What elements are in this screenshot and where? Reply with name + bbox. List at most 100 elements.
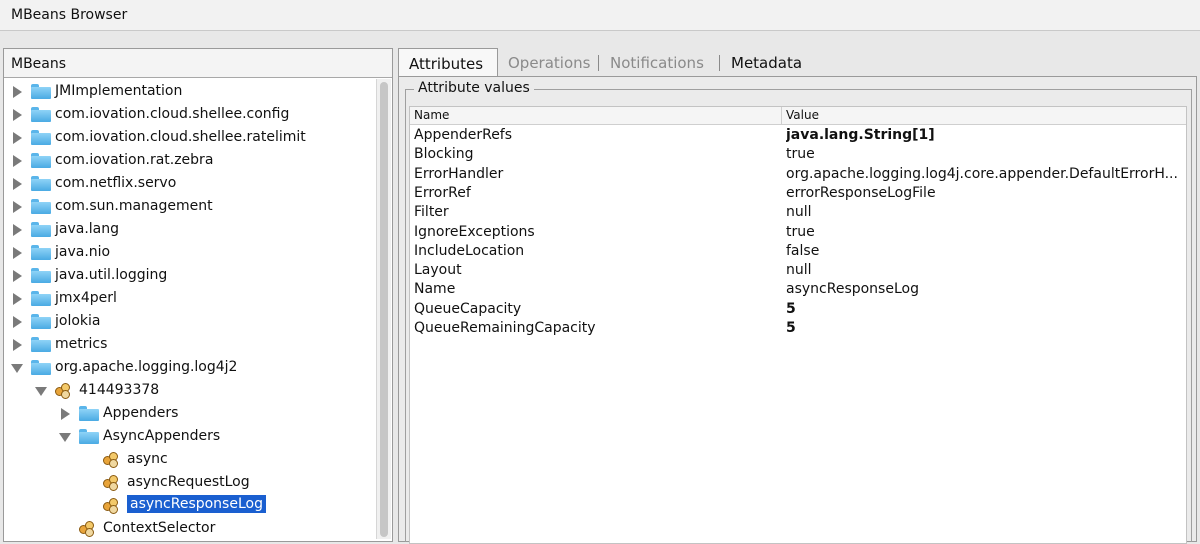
attribute-value[interactable]: true bbox=[786, 146, 1184, 162]
attribute-value[interactable]: true bbox=[786, 224, 1184, 240]
collapsed-arrow-icon[interactable] bbox=[13, 201, 22, 213]
tree-item-label[interactable]: com.sun.management bbox=[55, 198, 213, 214]
tree-item[interactable]: AsyncAppenders bbox=[4, 426, 374, 448]
mbean-tree[interactable]: JMImplementation com.iovation.cloud.shell… bbox=[4, 79, 374, 541]
tree-item-label[interactable]: java.util.logging bbox=[55, 267, 167, 283]
collapsed-arrow-icon[interactable] bbox=[61, 408, 70, 420]
tree-item[interactable]: com.sun.management bbox=[4, 196, 374, 218]
tree-item[interactable]: com.iovation.rat.zebra bbox=[4, 150, 374, 172]
tab-separator bbox=[598, 55, 599, 71]
tree-item-label[interactable]: com.iovation.cloud.shellee.ratelimit bbox=[55, 129, 306, 145]
table-row[interactable]: ErrorHandler org.apache.logging.log4j.cor… bbox=[410, 165, 1186, 184]
folder-icon bbox=[31, 337, 51, 352]
tree-item-label[interactable]: java.lang bbox=[55, 221, 119, 237]
tree-item-label[interactable]: 414493378 bbox=[79, 382, 159, 398]
tree-item[interactable]: java.lang bbox=[4, 219, 374, 241]
attributes-table[interactable]: Name Value AppenderRefs java.lang.String[… bbox=[409, 106, 1187, 544]
attribute-name: ErrorRef bbox=[414, 184, 471, 201]
collapsed-arrow-icon[interactable] bbox=[13, 339, 22, 351]
tree-item-label[interactable]: jmx4perl bbox=[55, 290, 117, 306]
tab-notifications[interactable]: Notifications bbox=[600, 48, 719, 76]
folder-icon bbox=[31, 245, 51, 260]
attribute-value[interactable]: false bbox=[786, 243, 1184, 259]
attribute-name: Filter bbox=[414, 204, 449, 221]
tree-item[interactable]: com.netflix.servo bbox=[4, 173, 374, 195]
tree-item[interactable]: async bbox=[4, 449, 374, 471]
table-row[interactable]: ErrorRef errorResponseLogFile bbox=[410, 184, 1186, 203]
column-header-name[interactable]: Name bbox=[414, 108, 449, 122]
attribute-value[interactable]: 5 bbox=[786, 301, 1184, 317]
folder-icon bbox=[31, 199, 51, 214]
collapsed-arrow-icon[interactable] bbox=[13, 270, 22, 282]
tree-item-label[interactable]: ContextSelector bbox=[103, 520, 215, 536]
tree-item[interactable]: java.nio bbox=[4, 242, 374, 264]
tree-item[interactable]: Appenders bbox=[4, 403, 374, 425]
tree-item[interactable]: metrics bbox=[4, 334, 374, 356]
collapsed-arrow-icon[interactable] bbox=[13, 86, 22, 98]
collapsed-arrow-icon[interactable] bbox=[13, 224, 22, 236]
mbean-icon bbox=[103, 475, 118, 491]
table-row[interactable]: QueueRemainingCapacity 5 bbox=[410, 319, 1186, 338]
column-header-value[interactable]: Value bbox=[786, 108, 819, 122]
tab-attributes[interactable]: Attributes bbox=[398, 48, 498, 77]
attribute-value[interactable]: org.apache.logging.log4j.core.appender.D… bbox=[786, 166, 1184, 182]
tree-item[interactable]: 414493378 bbox=[4, 380, 374, 402]
tree-item-label[interactable]: com.netflix.servo bbox=[55, 175, 176, 191]
table-row[interactable]: IncludeLocation false bbox=[410, 242, 1186, 261]
collapsed-arrow-icon[interactable] bbox=[13, 293, 22, 305]
tree-item-label[interactable]: java.nio bbox=[55, 244, 110, 260]
table-row[interactable]: Filter null bbox=[410, 203, 1186, 222]
attribute-value[interactable]: null bbox=[786, 204, 1184, 220]
collapsed-arrow-icon[interactable] bbox=[13, 109, 22, 121]
tree-item-label[interactable]: asyncRequestLog bbox=[127, 474, 250, 490]
attribute-name: IgnoreExceptions bbox=[414, 223, 535, 240]
tree-item[interactable]: java.util.logging bbox=[4, 265, 374, 287]
tree-item[interactable]: com.iovation.cloud.shellee.config bbox=[4, 104, 374, 126]
tab-operations[interactable]: Operations bbox=[498, 48, 598, 76]
column-divider[interactable] bbox=[781, 107, 782, 124]
tree-item-label[interactable]: Appenders bbox=[103, 405, 178, 421]
tree-scrollbar[interactable] bbox=[376, 79, 391, 539]
tree-item[interactable]: org.apache.logging.log4j2 bbox=[4, 357, 374, 379]
tree-item[interactable]: asyncResponseLog bbox=[4, 495, 374, 517]
tree-item-label-selected[interactable]: asyncResponseLog bbox=[127, 495, 266, 513]
expanded-arrow-icon[interactable] bbox=[35, 387, 47, 396]
tree-scrollbar-thumb[interactable] bbox=[380, 82, 388, 537]
table-row[interactable]: Layout null bbox=[410, 261, 1186, 280]
attribute-value[interactable]: null bbox=[786, 262, 1184, 278]
attribute-value[interactable]: java.lang.String[1] bbox=[786, 127, 1184, 143]
tree-item[interactable]: JMImplementation bbox=[4, 81, 374, 103]
expanded-arrow-icon[interactable] bbox=[59, 433, 71, 442]
tree-item-label[interactable]: async bbox=[127, 451, 168, 467]
table-row[interactable]: AppenderRefs java.lang.String[1] bbox=[410, 126, 1186, 145]
expanded-arrow-icon[interactable] bbox=[11, 364, 23, 373]
tree-item-label[interactable]: JMImplementation bbox=[55, 83, 182, 99]
tab-bar: Attributes Operations Notifications Metadat… bbox=[398, 48, 1195, 77]
tree-item[interactable]: com.iovation.cloud.shellee.ratelimit bbox=[4, 127, 374, 149]
attribute-value[interactable]: asyncResponseLog bbox=[786, 281, 1184, 297]
tree-item[interactable]: jmx4perl bbox=[4, 288, 374, 310]
attribute-name: QueueRemainingCapacity bbox=[414, 320, 596, 336]
table-header[interactable]: Name Value bbox=[410, 107, 1186, 125]
tab-metadata[interactable]: Metadata bbox=[721, 48, 813, 76]
tree-item-label[interactable]: metrics bbox=[55, 336, 107, 352]
tree-item[interactable]: ContextSelector bbox=[4, 518, 374, 540]
attribute-value[interactable]: errorResponseLogFile bbox=[786, 185, 1184, 201]
tree-item-label[interactable]: com.iovation.rat.zebra bbox=[55, 152, 213, 168]
tree-item-label[interactable]: jolokia bbox=[55, 313, 101, 329]
attribute-value[interactable]: 5 bbox=[786, 320, 1184, 336]
table-row[interactable]: IgnoreExceptions true bbox=[410, 223, 1186, 242]
tree-item-label[interactable]: com.iovation.cloud.shellee.config bbox=[55, 106, 289, 122]
tree-item[interactable]: jolokia bbox=[4, 311, 374, 333]
table-row[interactable]: Blocking true bbox=[410, 145, 1186, 164]
collapsed-arrow-icon[interactable] bbox=[13, 247, 22, 259]
collapsed-arrow-icon[interactable] bbox=[13, 155, 22, 167]
table-row[interactable]: QueueCapacity 5 bbox=[410, 300, 1186, 319]
tree-item-label[interactable]: org.apache.logging.log4j2 bbox=[55, 359, 237, 375]
collapsed-arrow-icon[interactable] bbox=[13, 178, 22, 190]
collapsed-arrow-icon[interactable] bbox=[13, 132, 22, 144]
tree-item-label[interactable]: AsyncAppenders bbox=[103, 428, 220, 444]
table-row[interactable]: Name asyncResponseLog bbox=[410, 280, 1186, 299]
collapsed-arrow-icon[interactable] bbox=[13, 316, 22, 328]
tree-item[interactable]: asyncRequestLog bbox=[4, 472, 374, 494]
